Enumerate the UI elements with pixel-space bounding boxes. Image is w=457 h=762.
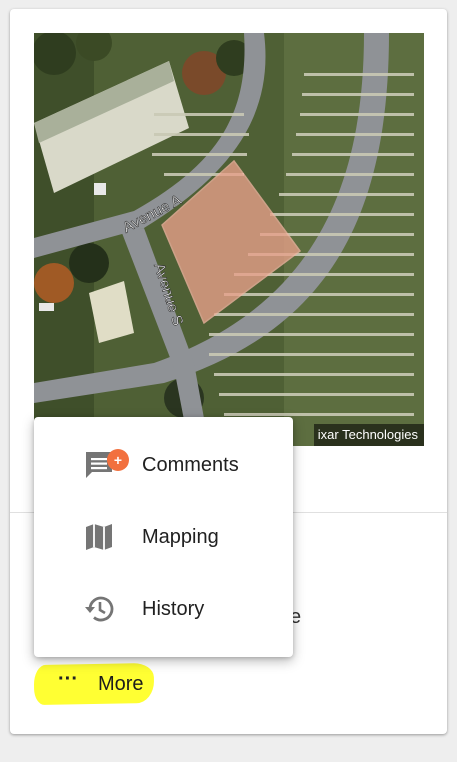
more-horizontal-icon: ··· — [58, 668, 78, 690]
more-button[interactable]: ··· More — [58, 669, 144, 699]
more-label: More — [97, 672, 144, 695]
comments-badge: + — [107, 449, 129, 471]
menu-item-label: Mapping — [142, 525, 219, 548]
menu-item-mapping[interactable]: Mapping — [34, 501, 293, 573]
menu-item-comments[interactable]: + Comments — [34, 429, 293, 501]
map-imagery: Avenue A Avenue S — [34, 33, 424, 446]
map-attribution: ixar Technologies — [313, 424, 424, 446]
menu-item-label: Comments — [142, 453, 239, 476]
menu-item-history[interactable]: History — [34, 573, 293, 645]
page: Avenue A Avenue S ixar Technologies e ··… — [0, 0, 457, 762]
map-icon — [82, 520, 116, 554]
satellite-map[interactable]: Avenue A Avenue S ixar Technologies — [34, 33, 424, 446]
menu-item-label: History — [142, 597, 205, 620]
history-icon — [82, 592, 116, 626]
more-menu: + Comments Mapping History — [34, 417, 293, 657]
